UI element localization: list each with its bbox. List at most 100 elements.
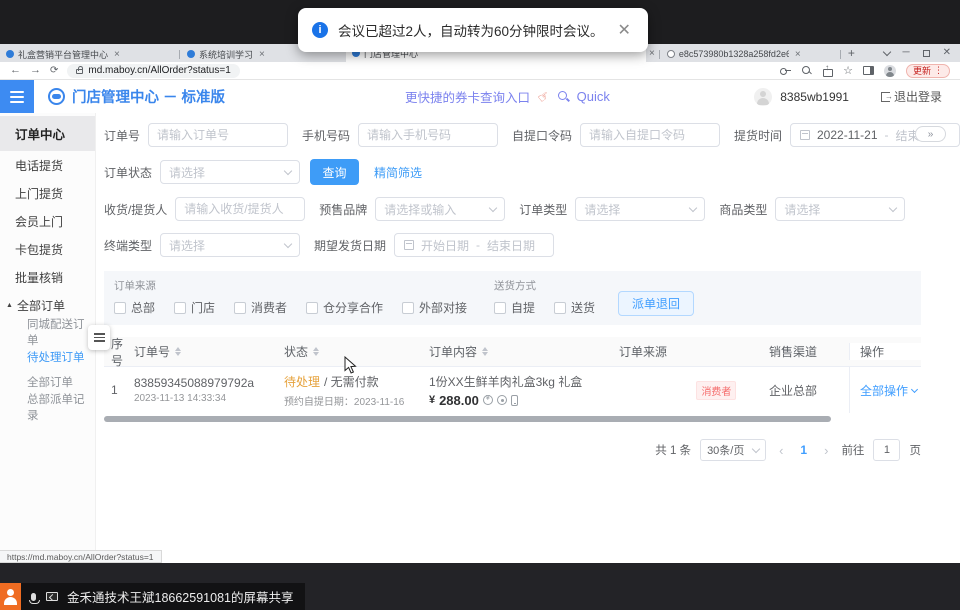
password-key-icon[interactable] [780, 65, 791, 76]
checkbox-icon[interactable] [234, 302, 246, 314]
sidebar-section-order-center[interactable]: 订单中心 [0, 116, 95, 151]
zoom-icon[interactable] [801, 65, 812, 76]
prev-page-icon[interactable]: ‹ [775, 443, 787, 458]
horizontal-scrollbar[interactable] [104, 416, 831, 422]
logout-button[interactable]: 退出登录 [881, 88, 942, 105]
status-badge: 待处理 [284, 373, 320, 390]
hamburger-menu-button[interactable] [0, 80, 34, 113]
browser-tab-hash[interactable]: e8c573980b1328a258fd2e6f8 × [661, 46, 839, 62]
user-cluster: 8385wb1991 退出登录 [754, 80, 942, 113]
tab-close-icon[interactable]: × [114, 49, 120, 60]
goods-type-label: 商品类型 [719, 201, 767, 218]
pagination: 共 1 条 30条/页 ‹ 1 › 前往 页 [104, 439, 921, 461]
meeting-notification-text: 会议已超过2人，自动转为60分钟限时会议。 [338, 20, 604, 40]
screen-share-bar[interactable]: 金禾通技术王斌18662591081的屏幕共享 [0, 583, 305, 610]
quick-search-icon[interactable] [558, 91, 569, 102]
bookmark-star-icon[interactable]: ☆ [843, 64, 853, 77]
sidebar-drag-handle[interactable] [88, 325, 110, 350]
header-status[interactable]: 状态 [284, 343, 429, 360]
user-avatar[interactable] [754, 88, 772, 106]
checkbox-consumer[interactable]: 消费者 [234, 299, 287, 316]
checkbox-self-pickup[interactable]: 自提 [494, 299, 535, 316]
pickup-start-date: 2022-11-21 [817, 128, 878, 142]
checkbox-hq[interactable]: 总部 [114, 299, 155, 316]
site-favicon-icon [6, 50, 14, 58]
promo-link[interactable]: 更快捷的券卡查询入口 [405, 87, 530, 106]
select-placeholder: 请选择 [169, 237, 205, 254]
browser-profile-avatar[interactable] [884, 65, 896, 77]
sidebar-item-batch-verify[interactable]: 批量核销 [0, 263, 95, 291]
checkbox-icon[interactable] [306, 302, 318, 314]
current-page[interactable]: 1 [796, 443, 811, 457]
tab-close-icon[interactable]: × [259, 49, 265, 60]
chrome-update-button[interactable]: 更新 ⋮ [906, 64, 950, 78]
address-bar[interactable]: md.maboy.cn/AllOrder?status=1 [67, 64, 239, 78]
sidebar-subitem-city-delivery[interactable]: 同城配送订单 [0, 319, 95, 344]
order-type-label: 订单类型 [519, 201, 567, 218]
sort-icon[interactable] [175, 347, 181, 356]
table-row[interactable]: 1 83859345088979792a 2023-11-13 14:33:34… [104, 367, 921, 413]
side-panel-icon[interactable] [863, 66, 874, 75]
checkbox-icon[interactable] [174, 302, 186, 314]
close-icon[interactable]: ✕ [618, 20, 631, 40]
sort-icon[interactable] [313, 347, 319, 356]
checkbox-icon[interactable] [554, 302, 566, 314]
minimize-icon[interactable]: ─ [903, 48, 910, 58]
checkbox-external[interactable]: 外部对接 [402, 299, 467, 316]
terminal-type-select[interactable]: 请选择 [160, 233, 300, 257]
phone-input[interactable] [358, 123, 498, 147]
ship-date-range-picker[interactable]: 开始日期 - 结束日期 [394, 233, 554, 257]
price-tag-icon [483, 395, 493, 405]
browser-url-bar: ← → ⟳ md.maboy.cn/AllOrder?status=1 ☆ 更新… [0, 62, 960, 80]
next-page-icon[interactable]: › [820, 443, 832, 458]
reload-icon[interactable]: ⟳ [50, 65, 58, 76]
order-status-select[interactable]: 请选择 [160, 160, 300, 184]
date-separator: - [476, 238, 480, 252]
ship-date-label: 期望发货日期 [314, 237, 386, 254]
share-icon[interactable] [822, 65, 833, 76]
search-button[interactable]: 查询 [310, 159, 359, 185]
header-order-no[interactable]: 订单号 [134, 343, 284, 360]
sidebar-subitem-pending-orders[interactable]: 待处理订单 [0, 344, 95, 369]
filter-collapse-button[interactable]: » [915, 126, 946, 142]
sidebar-subitem-hq-dispatch-log[interactable]: 总部派单记录 [0, 394, 95, 419]
receiver-input[interactable] [175, 197, 305, 221]
simple-filter-link[interactable]: 精简筛选 [374, 164, 422, 181]
quick-link[interactable]: Quick [577, 89, 610, 104]
checkbox-delivery[interactable]: 送货 [554, 299, 595, 316]
checkbox-warehouse-share[interactable]: 仓分享合作 [306, 299, 383, 316]
new-tab-icon[interactable]: + [848, 46, 855, 60]
browser-tab-1[interactable]: 礼盒营销平台管理中心 × [0, 46, 178, 62]
page-size-select[interactable]: 30条/页 [700, 439, 766, 461]
header-content[interactable]: 订单内容 [429, 343, 619, 360]
sidebar-item-member-visit[interactable]: 会员上门 [0, 207, 95, 235]
back-icon[interactable]: ← [10, 65, 21, 76]
checkbox-store[interactable]: 门店 [174, 299, 215, 316]
tab-close-icon[interactable]: × [795, 49, 801, 60]
sidebar-item-phone-pickup[interactable]: 电话提货 [0, 151, 95, 179]
checkbox-icon[interactable] [114, 302, 126, 314]
presale-brand-select[interactable]: 请选择或输入 [375, 197, 505, 221]
order-no-input[interactable] [148, 123, 288, 147]
browser-menu-icon[interactable]: ⋮ [934, 65, 943, 76]
checkbox-icon[interactable] [494, 302, 506, 314]
goods-type-select[interactable]: 请选择 [775, 197, 905, 221]
all-actions-dropdown[interactable]: 全部操作 [860, 382, 921, 399]
goto-page-input[interactable] [873, 439, 900, 461]
pickup-code-input[interactable] [580, 123, 720, 147]
sidebar-item-card-pickup[interactable]: 卡包提货 [0, 235, 95, 263]
checkbox-icon[interactable] [402, 302, 414, 314]
maximize-icon[interactable] [923, 50, 930, 57]
order-type-select[interactable]: 请选择 [575, 197, 705, 221]
order-time: 2023-11-13 14:33:34 [134, 393, 284, 404]
tab-close-icon[interactable]: × [649, 48, 655, 59]
dispatch-return-button[interactable]: 派单退回 [618, 291, 694, 316]
forward-icon[interactable]: → [30, 65, 41, 76]
order-content: 1份XX生鲜羊肉礼盒3kg 礼盒 [429, 373, 619, 390]
currency-symbol: ¥ [429, 394, 435, 406]
order-no-label: 订单号 [104, 127, 140, 144]
sidebar-item-door-pickup[interactable]: 上门提货 [0, 179, 95, 207]
close-window-icon[interactable]: ✕ [943, 48, 951, 58]
tab-search-icon[interactable] [882, 47, 890, 55]
sort-icon[interactable] [482, 347, 488, 356]
